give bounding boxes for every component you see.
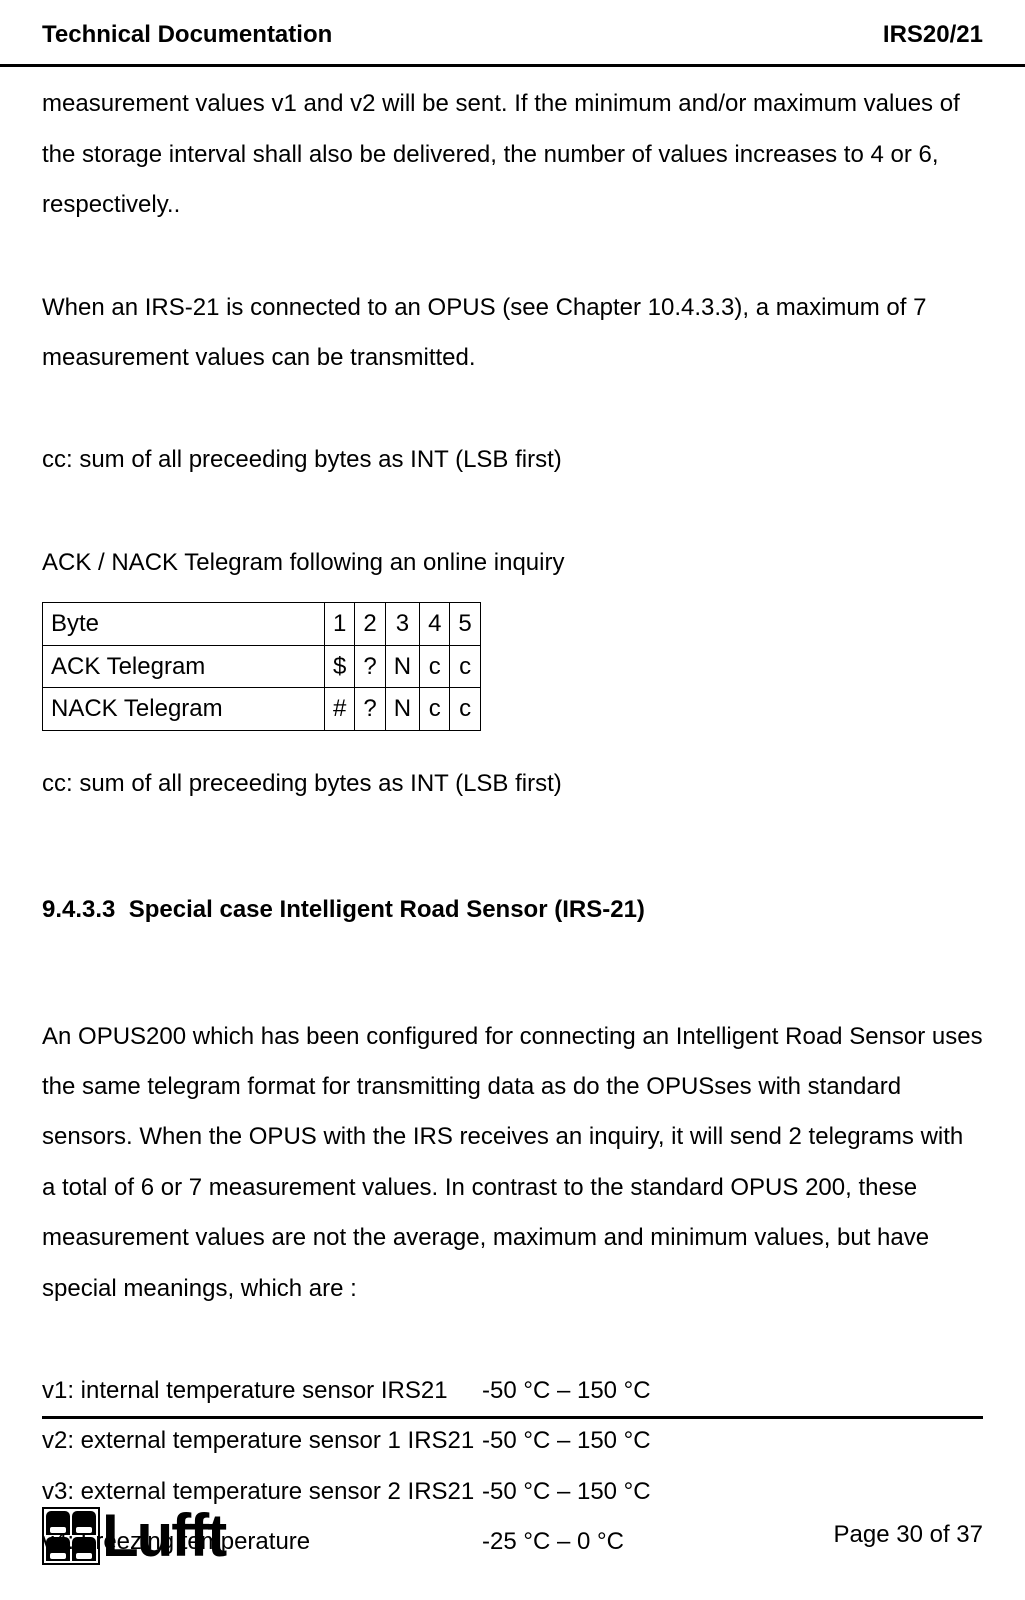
table-cell: N: [385, 645, 419, 688]
table-cell: Byte: [43, 603, 325, 646]
logo-icon: [42, 1507, 100, 1565]
table-row: NACK Telegram # ? N c c: [43, 688, 481, 731]
section-title: Special case Intelligent Road Sensor (IR…: [129, 896, 645, 923]
header-left: Technical Documentation: [42, 10, 332, 60]
table-row: ACK Telegram $ ? N c c: [43, 645, 481, 688]
page-footer: Lufft Page 30 of 37: [42, 1436, 983, 1566]
table-cell: N: [385, 688, 419, 731]
paragraph: cc: sum of all preceeding bytes as INT (…: [42, 435, 983, 485]
page-content: measurement values v1 and v2 will be sen…: [0, 67, 1025, 1567]
table-cell: $: [325, 645, 355, 688]
table-cell: c: [450, 645, 480, 688]
table-cell: ?: [355, 645, 385, 688]
table-cell: 2: [355, 603, 385, 646]
footer-divider: [42, 1416, 983, 1419]
table-cell: c: [420, 645, 450, 688]
paragraph: When an IRS-21 is connected to an OPUS (…: [42, 283, 983, 384]
table-cell: 3: [385, 603, 419, 646]
logo-text: Lufft: [102, 1506, 225, 1566]
value-range: -50 °C – 150 °C: [482, 1366, 983, 1416]
header-right: IRS20/21: [883, 10, 983, 60]
paragraph: measurement values v1 and v2 will be sen…: [42, 79, 983, 230]
section-number: 9.4.3.3: [42, 896, 115, 923]
brand-logo: Lufft: [42, 1506, 225, 1566]
section-heading: 9.4.3.3 Special case Intelligent Road Se…: [42, 885, 983, 935]
ack-nack-table: Byte 1 2 3 4 5 ACK Telegram $ ? N c c NA…: [42, 602, 481, 731]
paragraph: An OPUS200 which has been configured for…: [42, 1012, 983, 1314]
table-row: Byte 1 2 3 4 5: [43, 603, 481, 646]
table-cell: #: [325, 688, 355, 731]
paragraph: cc: sum of all preceeding bytes as INT (…: [42, 759, 983, 809]
table-cell: c: [450, 688, 480, 731]
table-cell: NACK Telegram: [43, 688, 325, 731]
value-key: v1: internal temperature sensor IRS21: [42, 1366, 482, 1416]
table-cell: ACK Telegram: [43, 645, 325, 688]
table-cell: ?: [355, 688, 385, 731]
table-cell: c: [420, 688, 450, 731]
paragraph: ACK / NACK Telegram following an online …: [42, 538, 983, 588]
table-cell: 1: [325, 603, 355, 646]
table-cell: 5: [450, 603, 480, 646]
table-cell: 4: [420, 603, 450, 646]
page-number: Page 30 of 37: [834, 1510, 983, 1566]
page-header: Technical Documentation IRS20/21: [0, 0, 1025, 67]
